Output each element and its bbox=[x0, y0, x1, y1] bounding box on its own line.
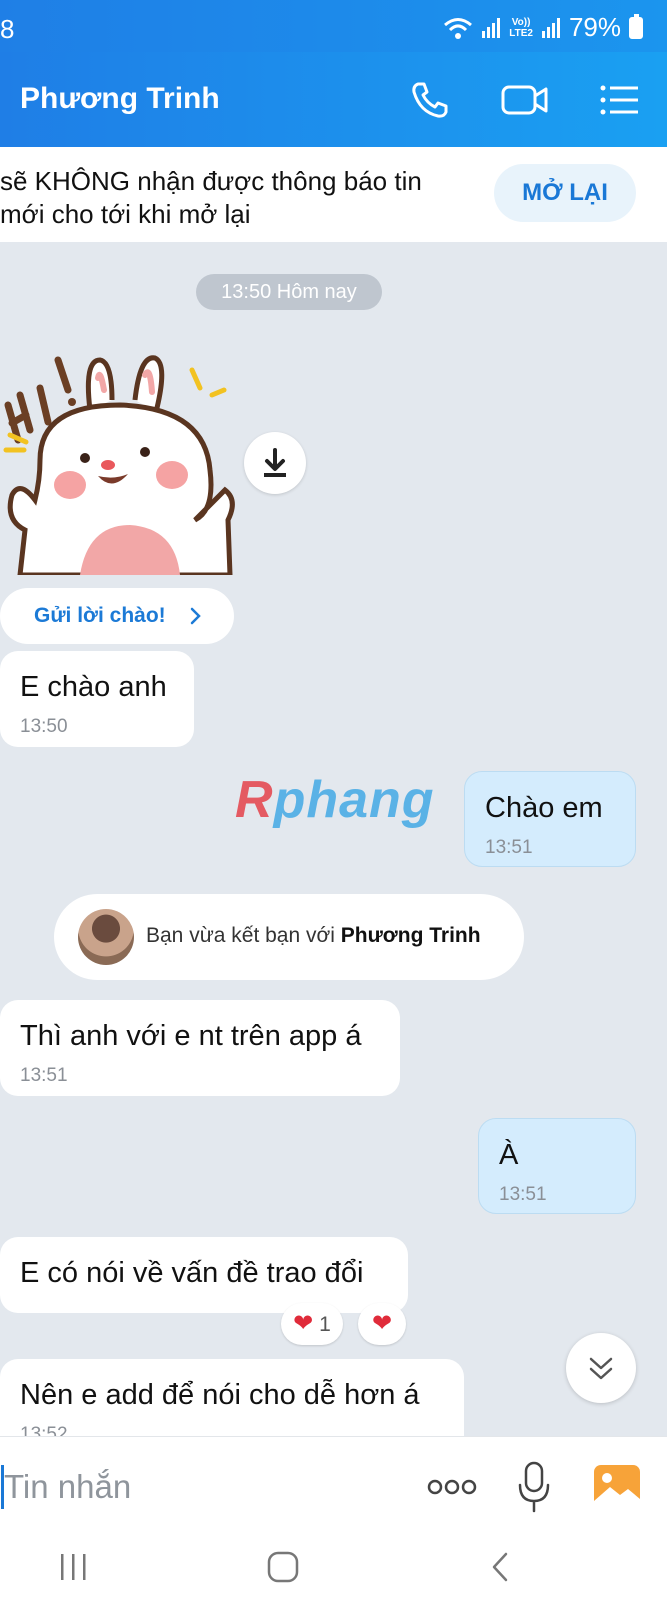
system-nav-bar bbox=[0, 1536, 667, 1600]
message-composer bbox=[0, 1436, 667, 1536]
friend-added-notice: Bạn vừa kết bạn với Phương Trinh bbox=[54, 894, 524, 980]
watermark-rest: phang bbox=[273, 771, 435, 829]
double-chevron-down-icon bbox=[589, 1357, 613, 1380]
gallery-icon[interactable] bbox=[592, 1463, 642, 1511]
chat-header: Phương Trinh bbox=[0, 52, 667, 147]
react-button[interactable]: ❤ bbox=[358, 1303, 406, 1345]
watermark-logo: Rphang bbox=[235, 770, 435, 830]
volte-label: Vo)) bbox=[511, 16, 531, 28]
lte-indicator: Vo)) LTE2 bbox=[509, 17, 533, 39]
reopen-notifications-button[interactable]: MỞ LẠI bbox=[494, 164, 636, 222]
friend-notice-text: Bạn vừa kết bạn với Phương Trinh bbox=[146, 924, 481, 948]
message-time: 13:51 bbox=[20, 1065, 68, 1086]
chevron-right-icon bbox=[186, 588, 206, 666]
heart-icon: ❤ bbox=[293, 1310, 314, 1337]
send-greeting-label: Gửi lời chào! bbox=[34, 604, 166, 627]
battery-icon bbox=[629, 13, 643, 39]
heart-icon: ❤ bbox=[371, 1310, 393, 1337]
mute-banner: sẽ KHÔNG nhận được thông báo tin mới cho… bbox=[0, 147, 667, 242]
more-icon[interactable] bbox=[426, 1473, 478, 1501]
message-input[interactable] bbox=[0, 1459, 400, 1515]
message-outgoing[interactable]: À 13:51 bbox=[478, 1118, 636, 1214]
download-sticker-button[interactable] bbox=[244, 432, 306, 494]
send-greeting-button[interactable]: Gửi lời chào! bbox=[0, 588, 234, 644]
message-incoming[interactable]: E có nói về vấn đề trao đổi bbox=[0, 1237, 408, 1313]
watermark-first-letter: R bbox=[235, 771, 274, 829]
friend-notice-name[interactable]: Phương Trinh bbox=[341, 924, 481, 947]
back-icon[interactable] bbox=[484, 1550, 518, 1584]
phone-icon[interactable] bbox=[408, 78, 452, 122]
signal-icon bbox=[482, 17, 501, 38]
contact-name[interactable]: Phương Trinh bbox=[20, 82, 220, 116]
microphone-icon[interactable] bbox=[516, 1459, 552, 1515]
message-incoming[interactable]: E chào anh 13:50 bbox=[0, 651, 194, 747]
message-outgoing[interactable]: Chào em 13:51 bbox=[464, 771, 636, 867]
message-text: Nên e add để nói cho dễ hơn á bbox=[20, 1379, 420, 1411]
download-icon bbox=[264, 448, 286, 477]
message-text: Thì anh với e nt trên app á bbox=[20, 1020, 362, 1052]
status-bar: 8 Vo)) LTE2 79% bbox=[0, 0, 667, 52]
avatar[interactable] bbox=[78, 909, 134, 965]
hi-bunny-sticker[interactable] bbox=[0, 350, 240, 575]
message-time: 13:51 bbox=[499, 1184, 547, 1205]
home-icon[interactable] bbox=[266, 1550, 300, 1584]
wifi-icon bbox=[444, 17, 473, 39]
video-call-icon[interactable] bbox=[500, 78, 550, 122]
message-text: Chào em bbox=[485, 792, 603, 824]
battery-percent: 79% bbox=[568, 12, 621, 42]
message-incoming[interactable]: Thì anh với e nt trên app á 13:51 bbox=[0, 1000, 400, 1096]
signal-icon-2 bbox=[541, 17, 560, 38]
message-text: E chào anh bbox=[20, 671, 167, 703]
message-time: 13:51 bbox=[485, 837, 533, 858]
reaction-summary[interactable]: ❤ 1 bbox=[281, 1303, 343, 1345]
menu-list-icon[interactable] bbox=[598, 78, 642, 122]
lte-label: LTE2 bbox=[509, 27, 533, 39]
recent-apps-icon[interactable] bbox=[56, 1550, 90, 1584]
message-text: À bbox=[499, 1139, 519, 1171]
status-indicators: Vo)) LTE2 79% bbox=[443, 12, 643, 43]
reaction-count: 1 bbox=[319, 1313, 331, 1336]
scroll-to-bottom-button[interactable] bbox=[566, 1333, 636, 1403]
status-time: 8 bbox=[0, 14, 15, 44]
message-text: E có nói về vấn đề trao đổi bbox=[20, 1257, 364, 1289]
message-time: 13:50 bbox=[20, 716, 68, 737]
mute-banner-text: sẽ KHÔNG nhận được thông báo tin mới cho… bbox=[0, 166, 422, 229]
date-separator: 13:50 Hôm nay bbox=[196, 274, 382, 310]
friend-notice-prefix: Bạn vừa kết bạn với bbox=[146, 924, 341, 947]
